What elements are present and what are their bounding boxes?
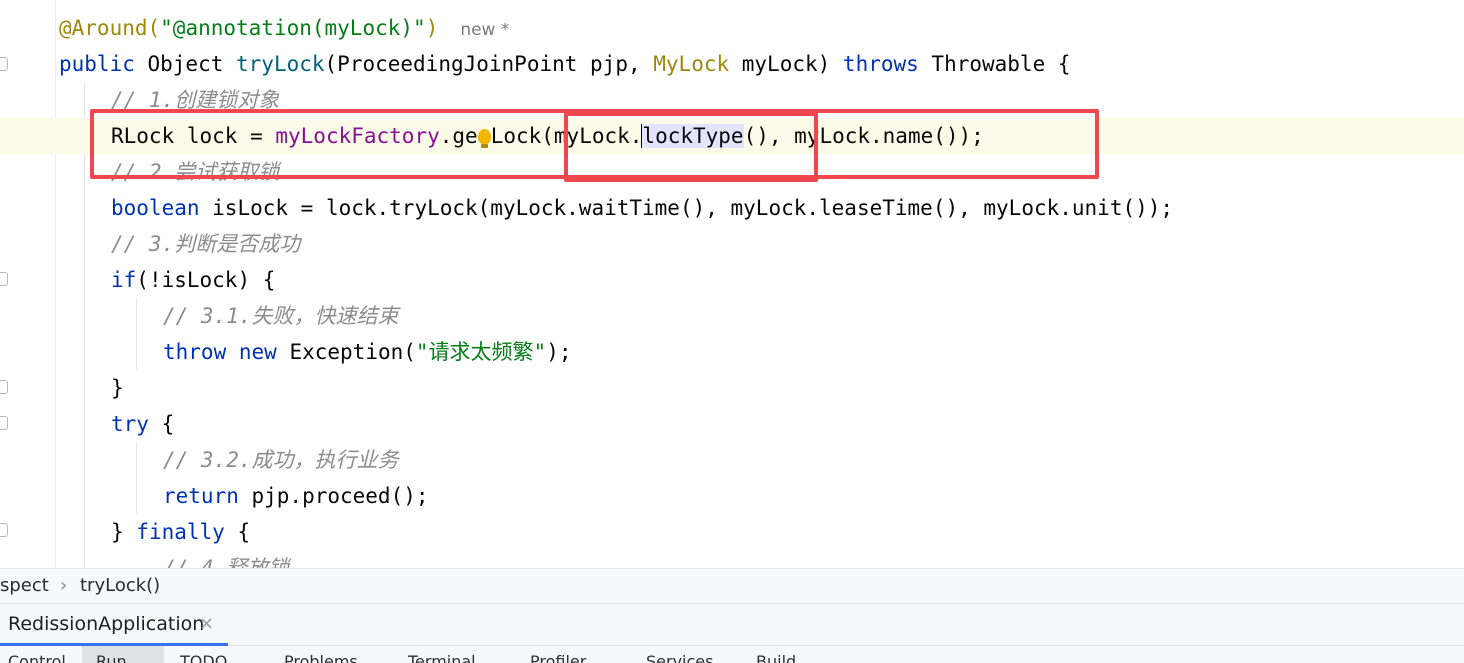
- code-token: Throwable {: [918, 52, 1071, 76]
- keyword-token: return: [163, 484, 239, 508]
- annotation-token: ): [425, 16, 439, 40]
- code-token: }: [111, 520, 137, 544]
- code-line[interactable]: throw new Exception("请求太频繁");: [163, 334, 571, 370]
- code-line-annotation[interactable]: @Around("@annotation(myLock)") new *: [59, 10, 509, 46]
- code-token: (!isLock) {: [136, 268, 276, 292]
- code-line[interactable]: if(!isLock) {: [111, 262, 275, 298]
- code-editor[interactable]: @Around("@annotation(myLock)") new * publ…: [0, 0, 1464, 568]
- string-token: "@annotation(myLock)": [160, 16, 426, 40]
- code-token: Exception(: [276, 340, 416, 364]
- fold-marker-icon[interactable]: [0, 416, 8, 430]
- tool-button-terminal[interactable]: Terminal: [408, 652, 476, 663]
- code-line[interactable]: boolean isLock = lock.tryLock(myLock.wai…: [111, 190, 1173, 226]
- code-line[interactable]: } finally {: [111, 514, 250, 550]
- tool-button-profiler[interactable]: Profiler: [530, 652, 586, 663]
- comment-token: // 3.1.失败，快速结束: [163, 304, 399, 328]
- run-tool-window-header: RedissionApplication ×: [0, 604, 1464, 646]
- code-line[interactable]: return pjp.proceed();: [163, 478, 429, 514]
- fold-marker-icon[interactable]: [0, 272, 8, 286]
- indent-guide: [84, 82, 85, 568]
- gutter-divider: [55, 0, 56, 568]
- code-token: {: [224, 520, 251, 544]
- code-token: (ProceedingJoinPoint pjp,: [324, 52, 654, 76]
- code-token: }: [111, 376, 124, 400]
- code-token: );: [546, 340, 572, 364]
- code-line-comment[interactable]: // 3.1.失败，快速结束: [163, 298, 399, 334]
- keyword-token: throw: [163, 340, 227, 364]
- code-token: Object: [134, 52, 237, 76]
- indent-guide: [136, 442, 137, 514]
- keyword-token: boolean: [111, 196, 200, 220]
- code-line[interactable]: try {: [111, 406, 174, 442]
- fold-marker-icon[interactable]: [0, 523, 8, 537]
- tool-button-build[interactable]: Build: [756, 652, 796, 663]
- code-line-comment[interactable]: // 3.2.成功，执行业务: [163, 442, 399, 478]
- comment-token: // 4.释放锁: [163, 556, 290, 568]
- comment-token: // 3.判断是否成功: [111, 232, 301, 256]
- keyword-token: finally: [136, 520, 225, 544]
- tool-button-problems[interactable]: Problems: [284, 652, 358, 663]
- indent-guide: [136, 298, 137, 370]
- run-tab[interactable]: RedissionApplication ×: [0, 604, 228, 646]
- annotation-token: @Around(: [59, 16, 161, 40]
- tool-window-bar: Control Run TODO Problems Terminal Profi…: [0, 646, 1464, 663]
- code-token: {: [148, 412, 175, 436]
- inlay-hint[interactable]: new *: [460, 20, 509, 40]
- tool-button-run[interactable]: Run: [96, 652, 127, 663]
- breadcrumb-item[interactable]: tryLock(): [80, 569, 160, 603]
- code-line[interactable]: }: [111, 370, 124, 406]
- code-line-method-signature[interactable]: public Object tryLock(ProceedingJoinPoin…: [59, 46, 1071, 82]
- keyword-token: try: [111, 412, 149, 436]
- fold-marker-icon[interactable]: [0, 57, 8, 71]
- code-token: pjp.proceed();: [238, 484, 429, 508]
- chevron-right-icon: ›: [60, 575, 68, 596]
- keyword-token: if: [111, 268, 137, 292]
- keyword-token: public: [59, 52, 135, 76]
- fold-marker-icon[interactable]: [0, 380, 8, 394]
- code-line-comment[interactable]: // 3.判断是否成功: [111, 226, 300, 262]
- close-icon[interactable]: ×: [199, 613, 214, 634]
- comment-token: // 3.2.成功，执行业务: [163, 448, 399, 472]
- code-token: isLock = lock.tryLock(myLock.waitTime(),…: [199, 196, 1174, 220]
- code-line-comment[interactable]: // 4.释放锁: [163, 550, 289, 568]
- annotation-type-token: MyLock: [653, 52, 730, 76]
- method-name-token: tryLock: [236, 52, 325, 76]
- tool-button-services[interactable]: Services: [646, 652, 713, 663]
- string-token: "请求太频繁": [415, 340, 547, 364]
- keyword-token: new: [238, 340, 277, 364]
- breadcrumb-item[interactable]: spect: [0, 569, 49, 603]
- keyword-token: throws: [842, 52, 919, 76]
- code-token: myLock): [729, 52, 843, 76]
- highlight-box-argument: [564, 112, 818, 182]
- breadcrumb: spect › tryLock(): [0, 568, 1464, 604]
- run-tab-label: RedissionApplication: [8, 613, 205, 635]
- tool-button-todo[interactable]: TODO: [180, 652, 227, 663]
- tool-button-control[interactable]: Control: [8, 652, 66, 663]
